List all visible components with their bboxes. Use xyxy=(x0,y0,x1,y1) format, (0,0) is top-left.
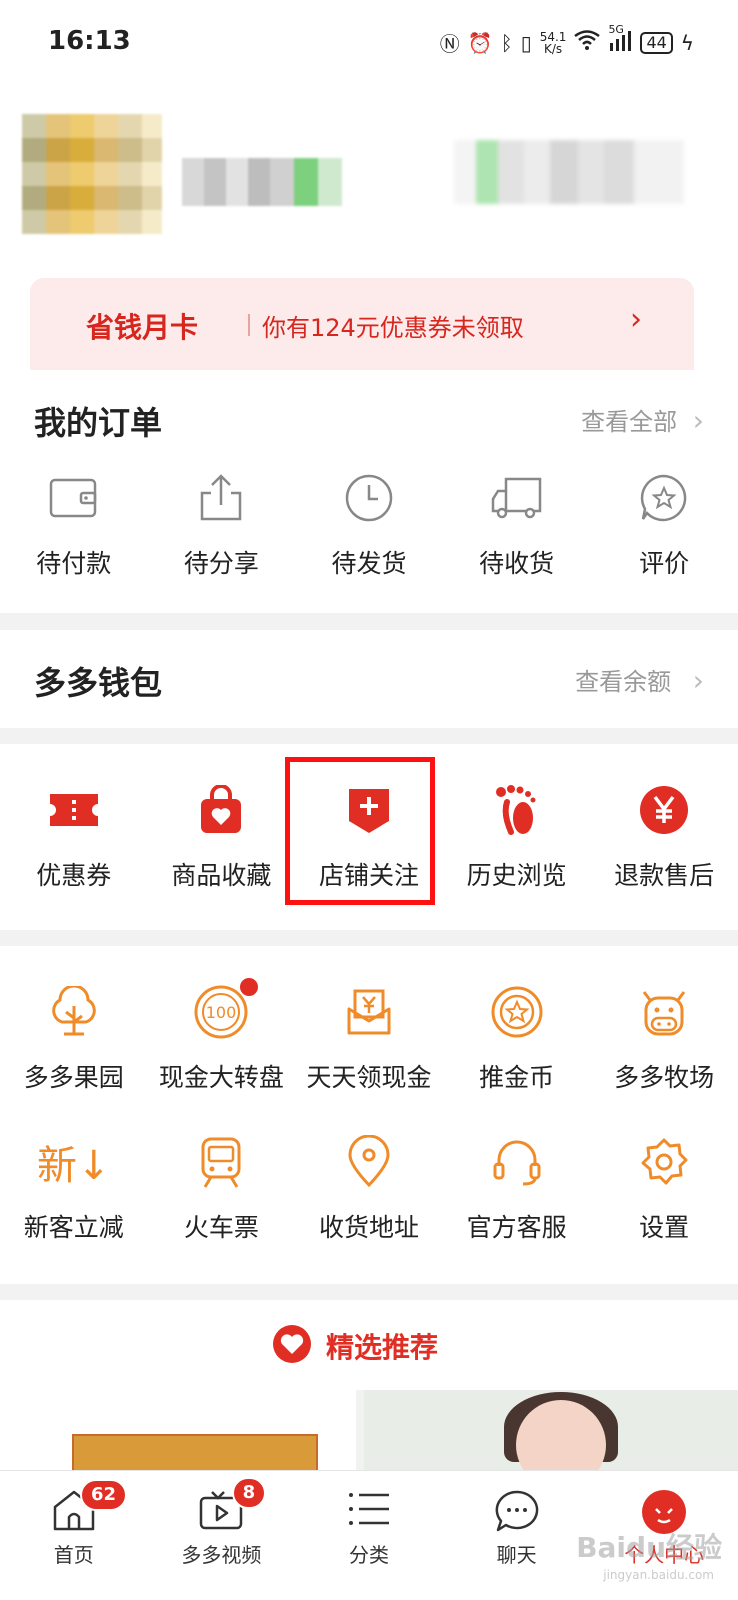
battery-icon: 44 xyxy=(640,31,673,54)
watermark: Baidu经验 xyxy=(576,1531,722,1564)
heart-badge-icon xyxy=(272,1324,312,1368)
wheel-100-icon: 100 xyxy=(148,980,296,1044)
orders-title: 我的订单 xyxy=(34,404,163,442)
bluetooth-icon: ᛒ xyxy=(500,30,513,55)
refunds-item[interactable]: 退款售后 xyxy=(590,778,738,892)
bottom-tab-bar: 62 首页 8 多多视频 分类 聊天 个人中心 Baidu经验 jingyan.… xyxy=(0,1470,738,1600)
order-pending-payment[interactable]: 待付款 xyxy=(0,466,148,580)
wifi-icon xyxy=(574,30,601,55)
home-badge: 62 xyxy=(80,1479,128,1511)
clock-icon xyxy=(295,466,443,530)
cow-icon xyxy=(590,980,738,1044)
star-chat-icon xyxy=(590,466,738,530)
yen-envelope-icon xyxy=(295,980,443,1044)
bag-heart-icon xyxy=(148,778,296,842)
product-card-1[interactable] xyxy=(0,1390,356,1474)
cash-wheel-item[interactable]: 100 现金大转盘 xyxy=(148,978,296,1094)
orchard-item[interactable]: 多多果园 xyxy=(0,980,148,1094)
order-pending-receipt[interactable]: 待收货 xyxy=(443,466,591,580)
location-icon xyxy=(295,1130,443,1194)
wallet-card[interactable]: 多多钱包 查看余额 › xyxy=(0,630,738,728)
tab-home[interactable]: 62 首页 xyxy=(0,1471,148,1600)
yen-circle-icon xyxy=(590,778,738,842)
coupons-item[interactable]: 优惠券 xyxy=(0,778,148,892)
chevron-right-icon: › xyxy=(692,404,704,437)
order-review[interactable]: 评价 xyxy=(590,466,738,580)
new-down-icon: 新↓ xyxy=(37,1143,111,1189)
history-item[interactable]: 历史浏览 xyxy=(443,778,591,892)
tab-chat[interactable]: 聊天 xyxy=(443,1471,591,1600)
svg-text:100: 100 xyxy=(206,1003,237,1022)
recommended-header: 精选推荐 xyxy=(0,1300,738,1390)
gear-icon xyxy=(590,1130,738,1194)
product-card-2[interactable] xyxy=(364,1390,738,1470)
nfc-icon: Ⓝ xyxy=(439,32,460,56)
wallet-title: 多多钱包 xyxy=(34,664,163,702)
status-icons: Ⓝ ⏰ ᛒ ▯ 54.1 K/s 5G 44 ϟ xyxy=(439,23,694,57)
wallet-icon xyxy=(0,466,148,530)
coin-pusher-item[interactable]: 推金币 xyxy=(443,980,591,1094)
notification-dot xyxy=(239,978,258,996)
footprint-icon xyxy=(443,778,591,842)
savings-card-title: 省钱月卡 xyxy=(86,311,199,344)
chevron-right-icon: › xyxy=(692,664,704,697)
user-name-blurred xyxy=(182,158,342,206)
status-time: 16:13 xyxy=(48,26,131,56)
shipping-address-item[interactable]: 收货地址 xyxy=(295,1130,443,1244)
tools-card: 多多果园 100 现金大转盘 天天领现金 推金币 多多牧场 新↓ 新客立减 火车… xyxy=(0,946,738,1284)
ticket-icon xyxy=(0,778,148,842)
savings-card-banner[interactable]: 省钱月卡 你有124元优惠券未领取 › xyxy=(30,278,694,374)
tab-categories[interactable]: 分类 xyxy=(295,1471,443,1600)
divider xyxy=(248,314,250,336)
tab-videos[interactable]: 8 多多视频 xyxy=(148,1471,296,1600)
order-pending-shipment[interactable]: 待发货 xyxy=(295,466,443,580)
ranch-item[interactable]: 多多牧场 xyxy=(590,980,738,1094)
tools-row-1: 多多果园 100 现金大转盘 天天领现金 推金币 多多牧场 xyxy=(0,978,738,1094)
view-balance-link[interactable]: 查看余额 › xyxy=(575,662,704,697)
share-icon xyxy=(148,466,296,530)
vibrate-icon: ▯ xyxy=(520,30,532,55)
status-bar: 16:13 Ⓝ ⏰ ᛒ ▯ 54.1 K/s 5G 44 ϟ xyxy=(0,0,738,84)
headset-icon xyxy=(443,1130,591,1194)
recommended-title: 精选推荐 xyxy=(326,1331,439,1364)
coin-icon xyxy=(443,980,591,1044)
train-icon xyxy=(148,1130,296,1194)
profile-header: 省钱月卡 你有124元优惠券未领取 › xyxy=(0,84,738,374)
highlight-box xyxy=(285,757,435,905)
charging-icon: ϟ xyxy=(680,30,694,55)
settings-item[interactable]: 设置 xyxy=(590,1130,738,1244)
new-customer-discount-item[interactable]: 新↓ 新客立减 xyxy=(0,1130,148,1244)
tools-row-2: 新↓ 新客立减 火车票 收货地址 官方客服 设置 xyxy=(0,1130,738,1244)
order-status-row: 待付款 待分享 待发货 待收货 评价 xyxy=(0,466,738,580)
chevron-right-icon: › xyxy=(630,302,642,337)
tree-icon xyxy=(0,980,148,1044)
favorites-item[interactable]: 商品收藏 xyxy=(148,778,296,892)
daily-cash-item[interactable]: 天天领现金 xyxy=(295,980,443,1094)
user-info-blurred xyxy=(454,140,684,204)
avatar[interactable] xyxy=(22,114,162,234)
watermark-url: jingyan.baidu.com xyxy=(603,1568,714,1582)
train-tickets-item[interactable]: 火车票 xyxy=(148,1130,296,1244)
signal-icon: 5G xyxy=(608,23,632,54)
alarm-icon: ⏰ xyxy=(467,30,493,55)
net-speed: 54.1 K/s xyxy=(539,29,567,56)
product-image xyxy=(72,1434,318,1474)
list-icon xyxy=(346,1489,392,1535)
view-all-orders-link[interactable]: 查看全部 › xyxy=(581,402,704,437)
customer-service-item[interactable]: 官方客服 xyxy=(443,1130,591,1244)
truck-icon xyxy=(443,466,591,530)
videos-badge: 8 xyxy=(231,1477,267,1509)
orders-card: 我的订单 查看全部 › 待付款 待分享 待发货 待收货 评价 xyxy=(0,370,738,613)
chat-icon xyxy=(494,1489,540,1537)
savings-card-description: 你有124元优惠券未领取 xyxy=(262,314,524,342)
order-pending-share[interactable]: 待分享 xyxy=(148,466,296,580)
